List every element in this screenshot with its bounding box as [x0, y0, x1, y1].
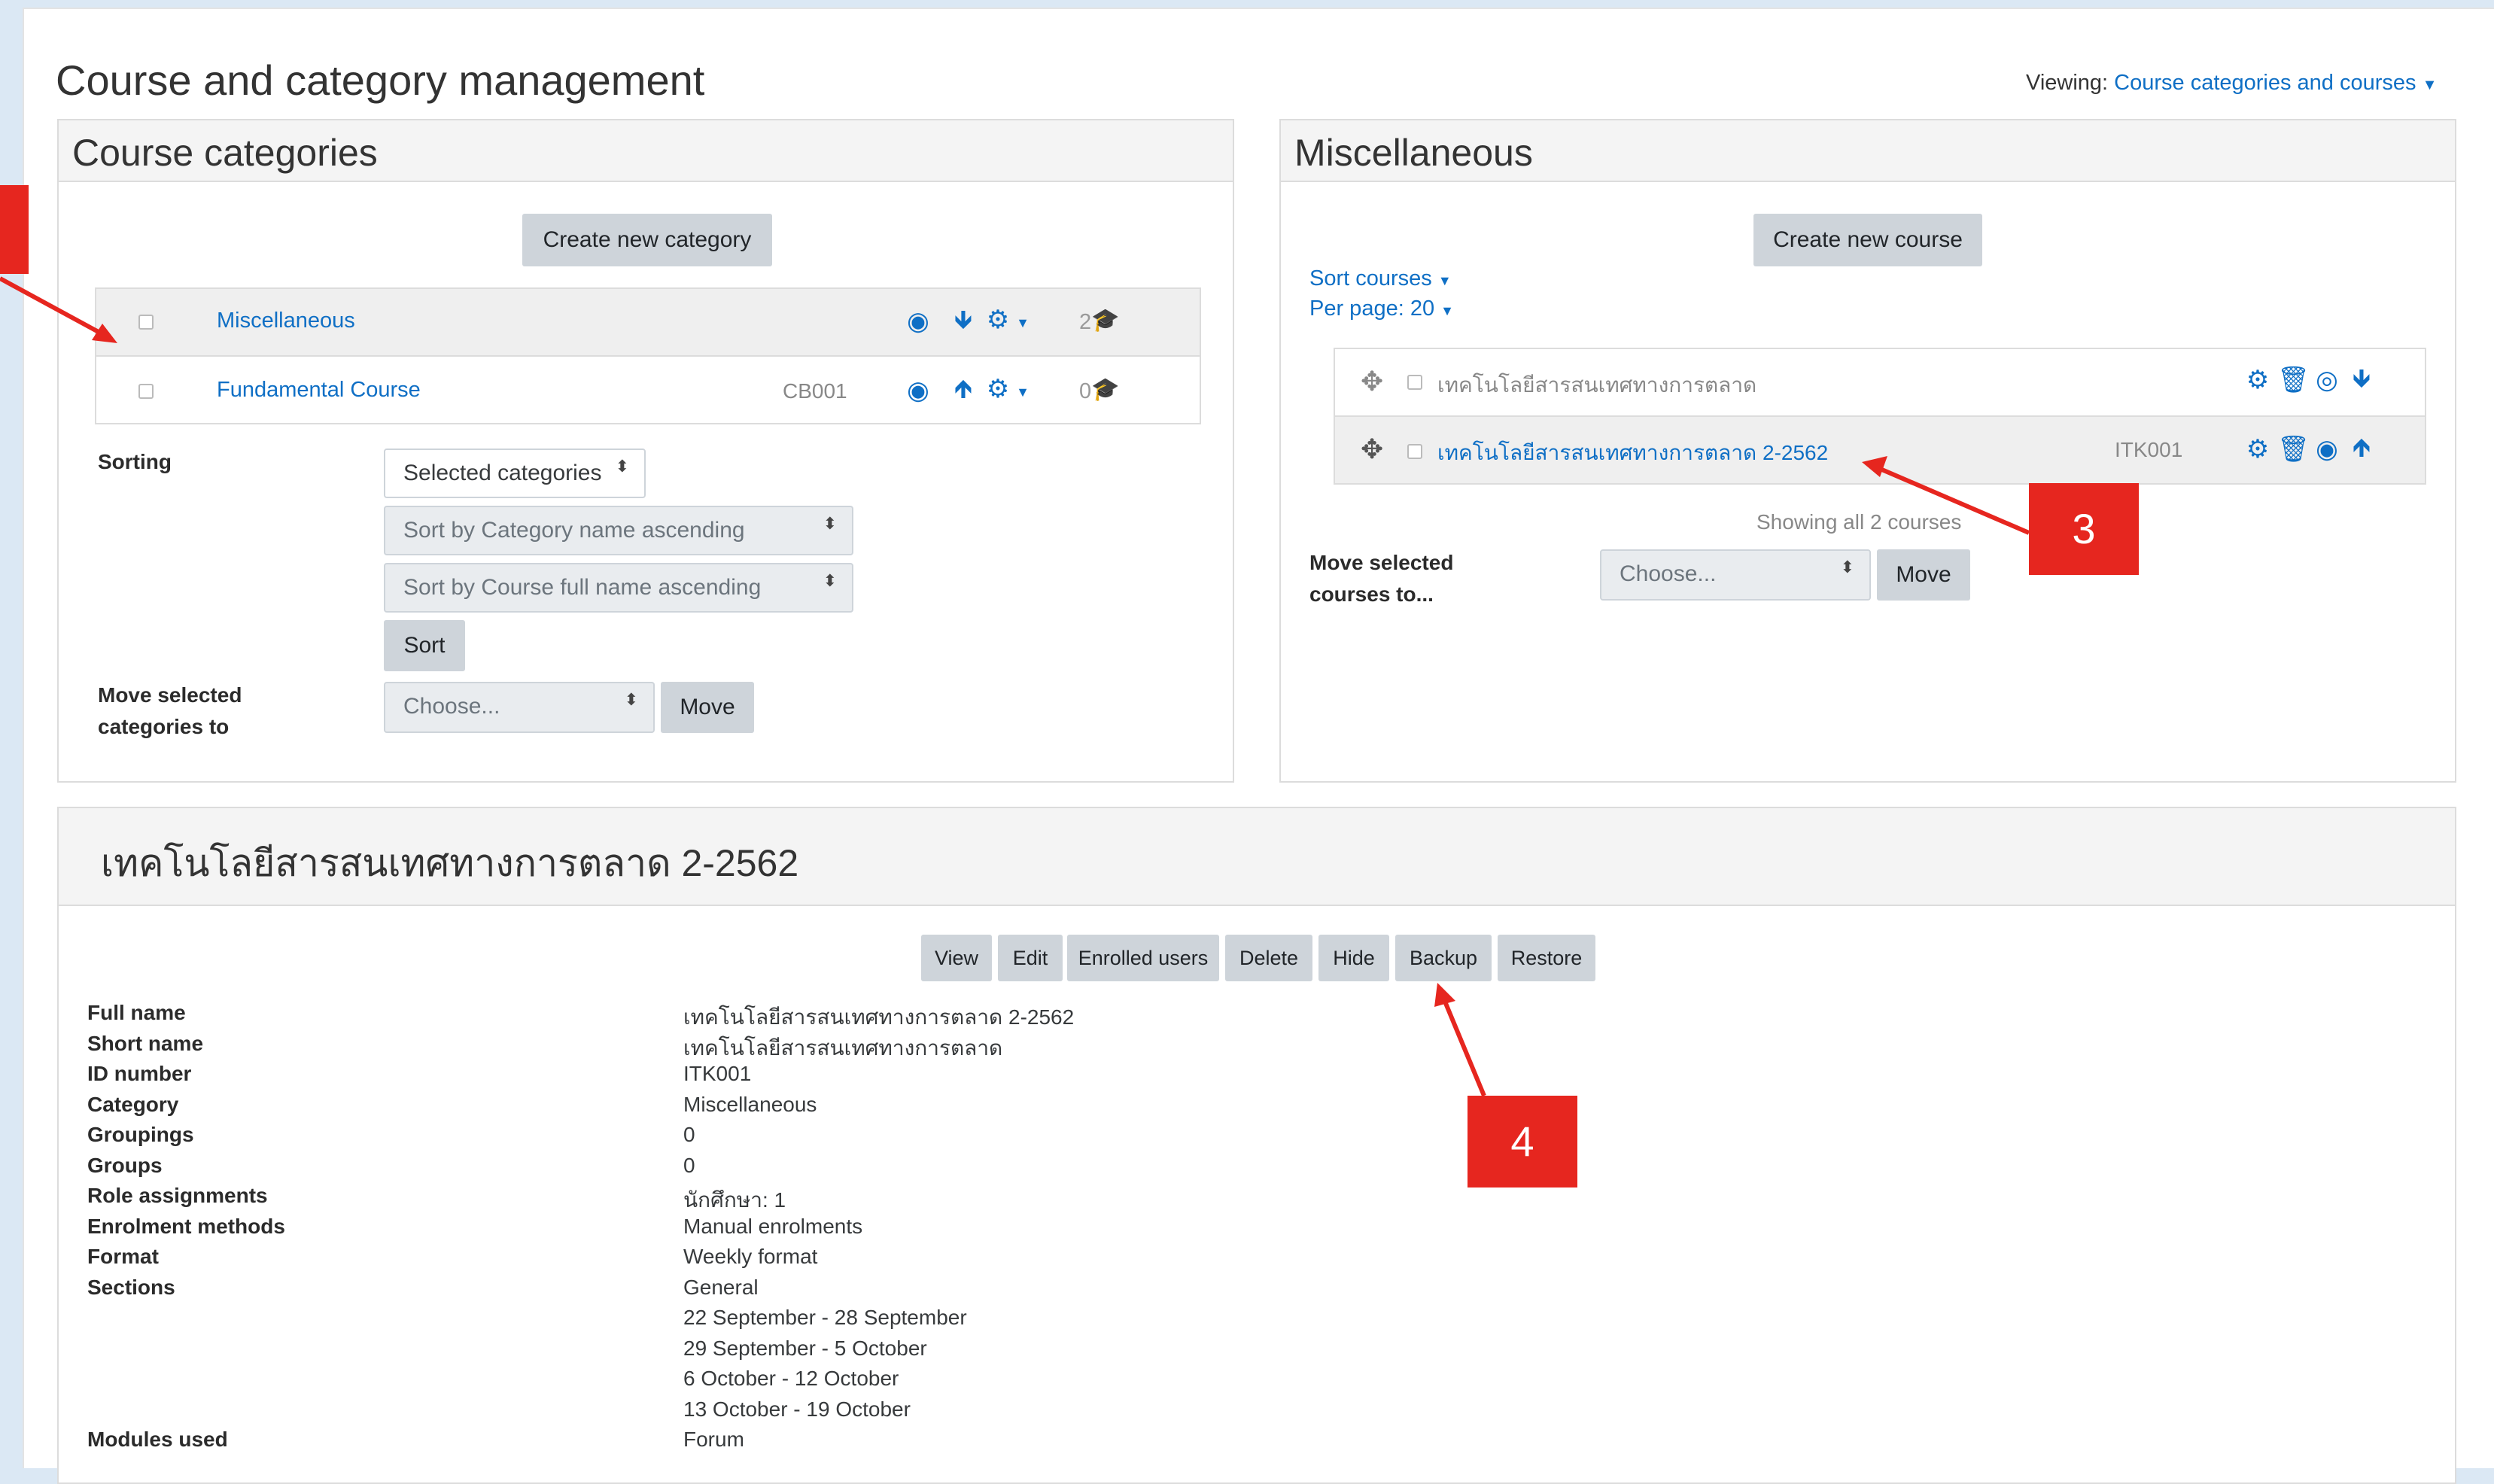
- annotation-arrow-1: [0, 276, 107, 338]
- annotation-arrowhead-1: [92, 324, 117, 343]
- annotation-arrow-3: [1877, 466, 2030, 535]
- annotation-arrowhead-4: [1434, 983, 1455, 1007]
- annotation-arrow-4: [1441, 996, 1486, 1097]
- annotation-arrowhead-3: [1862, 456, 1887, 477]
- annotation-arrows: [0, 276, 2030, 1097]
